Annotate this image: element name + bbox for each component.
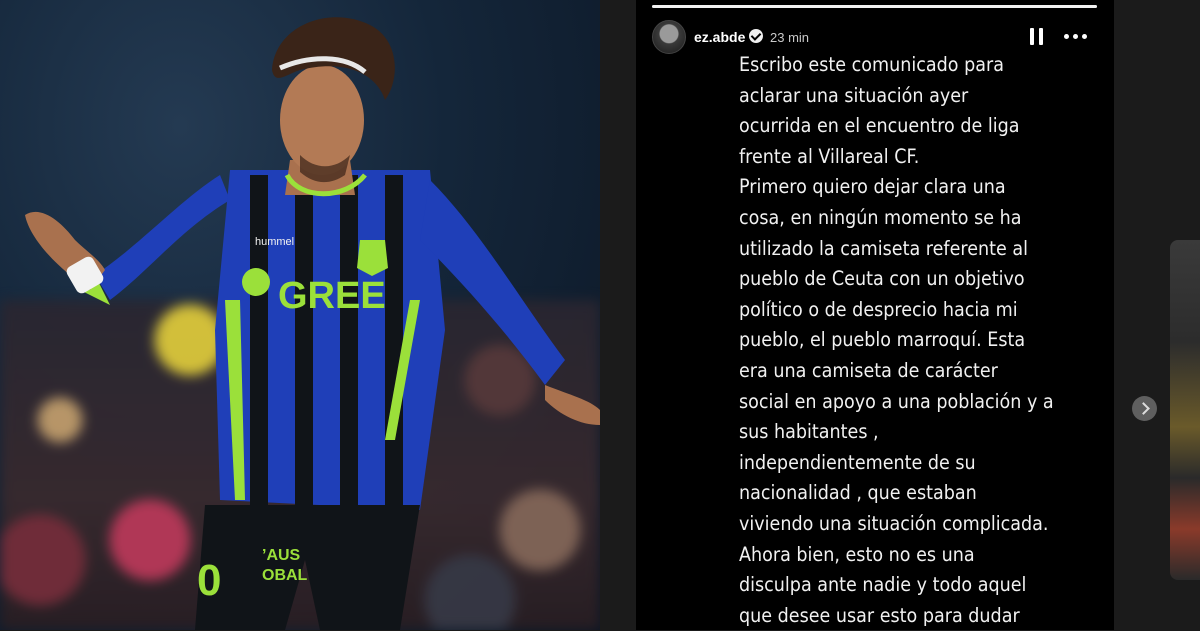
story-text: Escribo este comunicado para aclarar una … — [739, 50, 1063, 631]
kit-brand: hummel — [255, 236, 294, 248]
chevron-right-icon[interactable] — [1132, 396, 1157, 421]
story-text-line: frente al Villareal CF. — [739, 144, 920, 168]
story-text-line: que desee usar esto para dudar — [739, 603, 1020, 627]
story-header: ez.abde 23 min — [652, 20, 1097, 54]
story-text-line: aclarar una situación ayer — [739, 83, 969, 107]
verified-icon — [749, 29, 763, 43]
shorts-sponsor-2: OBAL — [262, 567, 308, 584]
story-text-line: Primero quiero dejar clara una — [739, 175, 1006, 199]
more-icon[interactable] — [1064, 30, 1088, 42]
story-text-line: ocurrida en el encuentro de liga — [739, 114, 1020, 138]
story-text-line: político o de desprecio hacia mi — [739, 297, 1018, 321]
story-text-line: independientemente de su — [739, 450, 976, 474]
next-story-preview[interactable] — [1170, 240, 1200, 580]
story-progress-fill — [652, 5, 1097, 8]
story-text-line: era una camiseta de carácter — [739, 358, 998, 382]
shorts-sponsor-1: ’AUS — [262, 547, 301, 564]
story-text-line: disculpa ante nadie y todo aquel — [739, 573, 1027, 597]
story-text-line: utilizado la camiseta referente al — [739, 236, 1029, 260]
story-text-line: social en apoyo a una población y a — [739, 389, 1054, 413]
story-text-line: pueblo, el pueblo marroquí. Esta — [739, 328, 1026, 352]
story-text-line: cosa, en ningún momento se ha — [739, 205, 1022, 229]
username[interactable]: ez.abde — [694, 29, 745, 45]
story-text-line: nacionalidad , que estaban — [739, 481, 977, 505]
shirt-sponsor: GREE — [278, 275, 386, 317]
story-text-line: viviendo una situación complicada. — [739, 511, 1049, 535]
story-text-line: sus habitantes , — [739, 420, 879, 444]
pause-icon[interactable] — [1030, 28, 1044, 46]
story-text-line: Ahora bien, esto no es una — [739, 542, 975, 566]
post-time: 23 min — [770, 30, 810, 45]
story-text-line: Escribo este comunicado para — [739, 53, 1004, 76]
story-progress-bar — [652, 5, 1097, 8]
player-photo: GREE hummel 0 ’AUS OBAL — [0, 0, 600, 630]
story-text-line: pueblo de Ceuta con un objetivo — [739, 267, 1025, 291]
shorts-number: 0 — [197, 556, 221, 605]
profile-avatar[interactable] — [652, 20, 686, 54]
player-illustration: GREE hummel 0 ’AUS OBAL — [25, 17, 600, 630]
